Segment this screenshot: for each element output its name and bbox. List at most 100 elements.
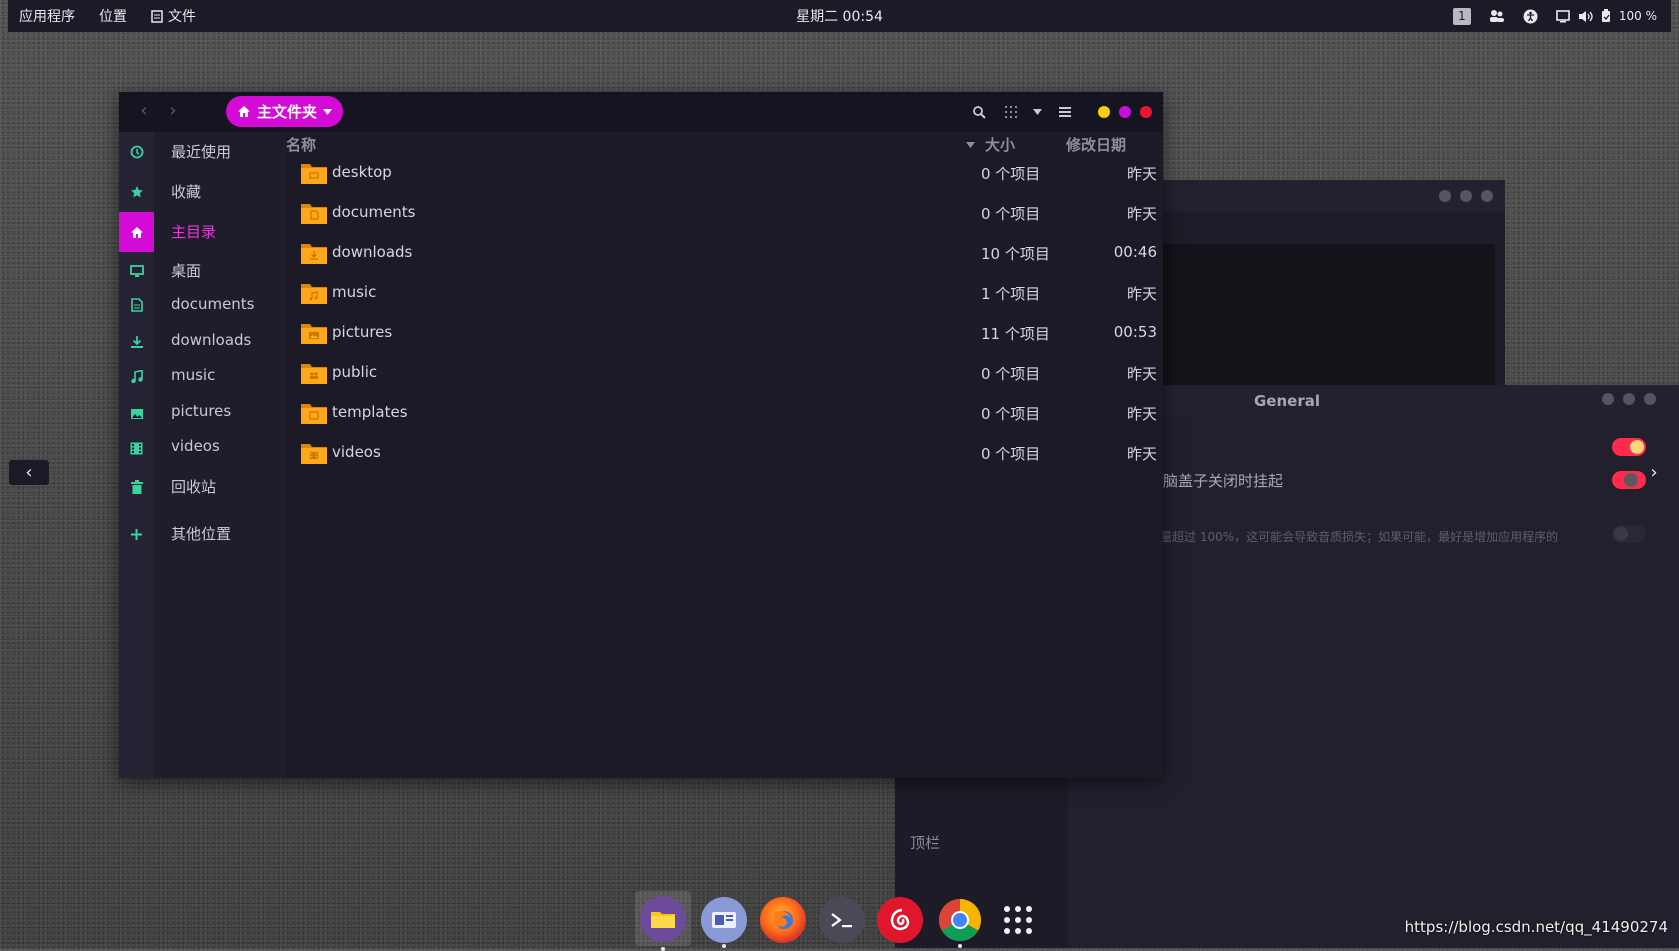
- sidebar-icon-home[interactable]: [119, 212, 154, 252]
- lid-suspend-toggle[interactable]: [1612, 471, 1646, 489]
- path-label: 主文件夹: [256, 103, 317, 121]
- sidebar-item-document[interactable]: documents: [171, 295, 255, 313]
- overamplification-toggle[interactable]: [1612, 525, 1646, 543]
- sidebar-item-music[interactable]: music: [171, 366, 215, 384]
- file-name: public: [332, 363, 378, 381]
- maximize-button[interactable]: [1119, 106, 1131, 118]
- window-close-button[interactable]: [1644, 393, 1656, 405]
- places-sidebar: 最近使用收藏主目录桌面 documents downloads music pictur…: [154, 132, 286, 778]
- file-row-templates[interactable]: templates 0 个项目 昨天: [286, 393, 1163, 433]
- file-modified: 昨天: [1126, 405, 1157, 423]
- lid-suspend-label: 电脑盖子关闭时挂起: [1148, 472, 1284, 490]
- background-window-content: [1160, 244, 1495, 385]
- sidebar-icon-rail: [119, 132, 154, 778]
- column-header-name[interactable]: 名称: [286, 134, 316, 155]
- settings-window-controls: [1602, 393, 1656, 405]
- sidebar-item-video[interactable]: videos: [171, 437, 220, 455]
- file-row-downloads[interactable]: downloads 10 个项目 00:46: [286, 233, 1163, 273]
- top-panel: 应用程序 位置 文件 星期二 00:54 1 100 %: [8, 0, 1671, 32]
- file-modified: 昨天: [1126, 365, 1157, 383]
- file-row-videos[interactable]: videos 0 个项目 昨天: [286, 433, 1163, 473]
- file-size: 1 个项目: [981, 285, 1041, 303]
- sidebar-item-picture[interactable]: pictures: [171, 402, 231, 420]
- network-icon[interactable]: [1556, 9, 1570, 23]
- minimize-button[interactable]: [1098, 106, 1110, 118]
- file-manager-window[interactable]: ‹ › 主文件夹 最近使用收藏主目录桌面 documents downloads mu…: [119, 92, 1163, 778]
- workspace-indicator[interactable]: 1: [1452, 7, 1471, 25]
- file-name: templates: [332, 403, 408, 421]
- files-menu[interactable]: 文件: [151, 6, 220, 26]
- sidebar-icon-download[interactable]: [119, 322, 154, 362]
- sidebar-item-clock[interactable]: 最近使用: [171, 141, 231, 162]
- file-modified: 昨天: [1126, 285, 1157, 303]
- dock-item-terminal[interactable]: [819, 897, 865, 943]
- search-button[interactable]: [969, 102, 989, 122]
- file-name: videos: [332, 443, 381, 461]
- window-maximize-button[interactable]: [1460, 190, 1472, 202]
- window-maximize-button[interactable]: [1623, 393, 1635, 405]
- home-icon: [130, 226, 144, 239]
- file-manager-headerbar[interactable]: ‹ › 主文件夹: [119, 92, 1163, 132]
- window-close-button[interactable]: [1481, 190, 1493, 202]
- hamburger-menu-button[interactable]: [1055, 102, 1075, 122]
- sidebar-icon-document[interactable]: [119, 285, 154, 325]
- clock[interactable]: 星期二 00:54: [8, 6, 1671, 26]
- battery-icon[interactable]: [1601, 9, 1611, 23]
- file-size: 10 个项目: [981, 245, 1050, 263]
- column-header-modified[interactable]: 修改日期: [1066, 134, 1126, 155]
- close-button[interactable]: [1140, 106, 1152, 118]
- path-bar-home-button[interactable]: 主文件夹: [226, 96, 343, 127]
- window-minimize-button[interactable]: [1439, 190, 1451, 202]
- dock-item-show-apps[interactable]: [995, 897, 1041, 943]
- accessibility-icon[interactable]: [1523, 9, 1538, 24]
- sidebar-item-trash[interactable]: 回收站: [171, 476, 216, 497]
- terminal-icon: [831, 913, 852, 928]
- overamplification-note: 音量超过 100%，这可能会导致音质损失；如果可能，最好是增加应用程序的: [1148, 530, 1559, 544]
- sidebar-icon-star[interactable]: [119, 172, 154, 212]
- setting-toggle-on[interactable]: [1612, 438, 1646, 456]
- sidebar-icon-clock[interactable]: [119, 132, 154, 172]
- file-row-documents[interactable]: documents 0 个项目 昨天: [286, 193, 1163, 233]
- dock-item-firefox[interactable]: [760, 897, 806, 943]
- sidebar-item-download[interactable]: downloads: [171, 331, 251, 349]
- sidebar-icon-trash[interactable]: [119, 467, 154, 507]
- sidebar-icon-plus[interactable]: [119, 514, 154, 554]
- file-list: 名称 大小 修改日期 desktop 0 个项目 昨天 documents 0 个项目昨…: [286, 132, 1163, 778]
- next-workspace-button[interactable]: ›: [1644, 460, 1664, 485]
- applications-menu[interactable]: 应用程序: [19, 6, 75, 26]
- picture-icon: [130, 408, 144, 420]
- sidebar-item-star[interactable]: 收藏: [171, 181, 201, 202]
- sidebar-icon-video[interactable]: [119, 428, 154, 468]
- file-modified: 昨天: [1126, 205, 1157, 223]
- file-name: pictures: [332, 323, 393, 341]
- forward-button[interactable]: ›: [162, 100, 184, 122]
- background-window-titlebar[interactable]: [1160, 180, 1505, 212]
- sidebar-icon-music[interactable]: [119, 357, 154, 397]
- places-menu[interactable]: 位置: [99, 6, 127, 26]
- column-header-size[interactable]: 大小: [985, 134, 1015, 155]
- window-minimize-button[interactable]: [1602, 393, 1614, 405]
- dock-item-files[interactable]: [635, 891, 691, 951]
- view-options-button[interactable]: [1027, 102, 1047, 122]
- background-window-controls: [1439, 190, 1493, 202]
- previous-workspace-button[interactable]: ‹: [9, 460, 49, 485]
- grid-view-button[interactable]: [1001, 102, 1021, 122]
- sidebar-item-desktop[interactable]: 桌面: [171, 260, 201, 281]
- people-icon[interactable]: [1489, 9, 1505, 23]
- video-icon: [130, 442, 143, 455]
- background-window-terminal[interactable]: [1160, 180, 1505, 385]
- settings-sidebar-item-topbar[interactable]: 顶栏: [910, 832, 940, 853]
- file-row-public[interactable]: public 0 个项目 昨天: [286, 353, 1163, 393]
- file-row-pictures[interactable]: pictures 11 个项目 00:53: [286, 313, 1163, 353]
- star-icon: [130, 185, 144, 199]
- back-button[interactable]: ‹: [133, 100, 155, 122]
- sort-descending-icon[interactable]: [966, 142, 975, 148]
- file-row-desktop[interactable]: desktop 0 个项目 昨天: [286, 153, 1163, 193]
- sidebar-item-plus[interactable]: 其他位置: [171, 523, 231, 544]
- volume-icon[interactable]: [1578, 10, 1593, 23]
- dock-item-text-editor[interactable]: [701, 897, 747, 948]
- file-row-music[interactable]: music 1 个项目 昨天: [286, 273, 1163, 313]
- dock-item-chrome[interactable]: [937, 897, 983, 948]
- dock-item-netease-music[interactable]: [877, 897, 923, 943]
- sidebar-item-home[interactable]: 主目录: [171, 221, 216, 242]
